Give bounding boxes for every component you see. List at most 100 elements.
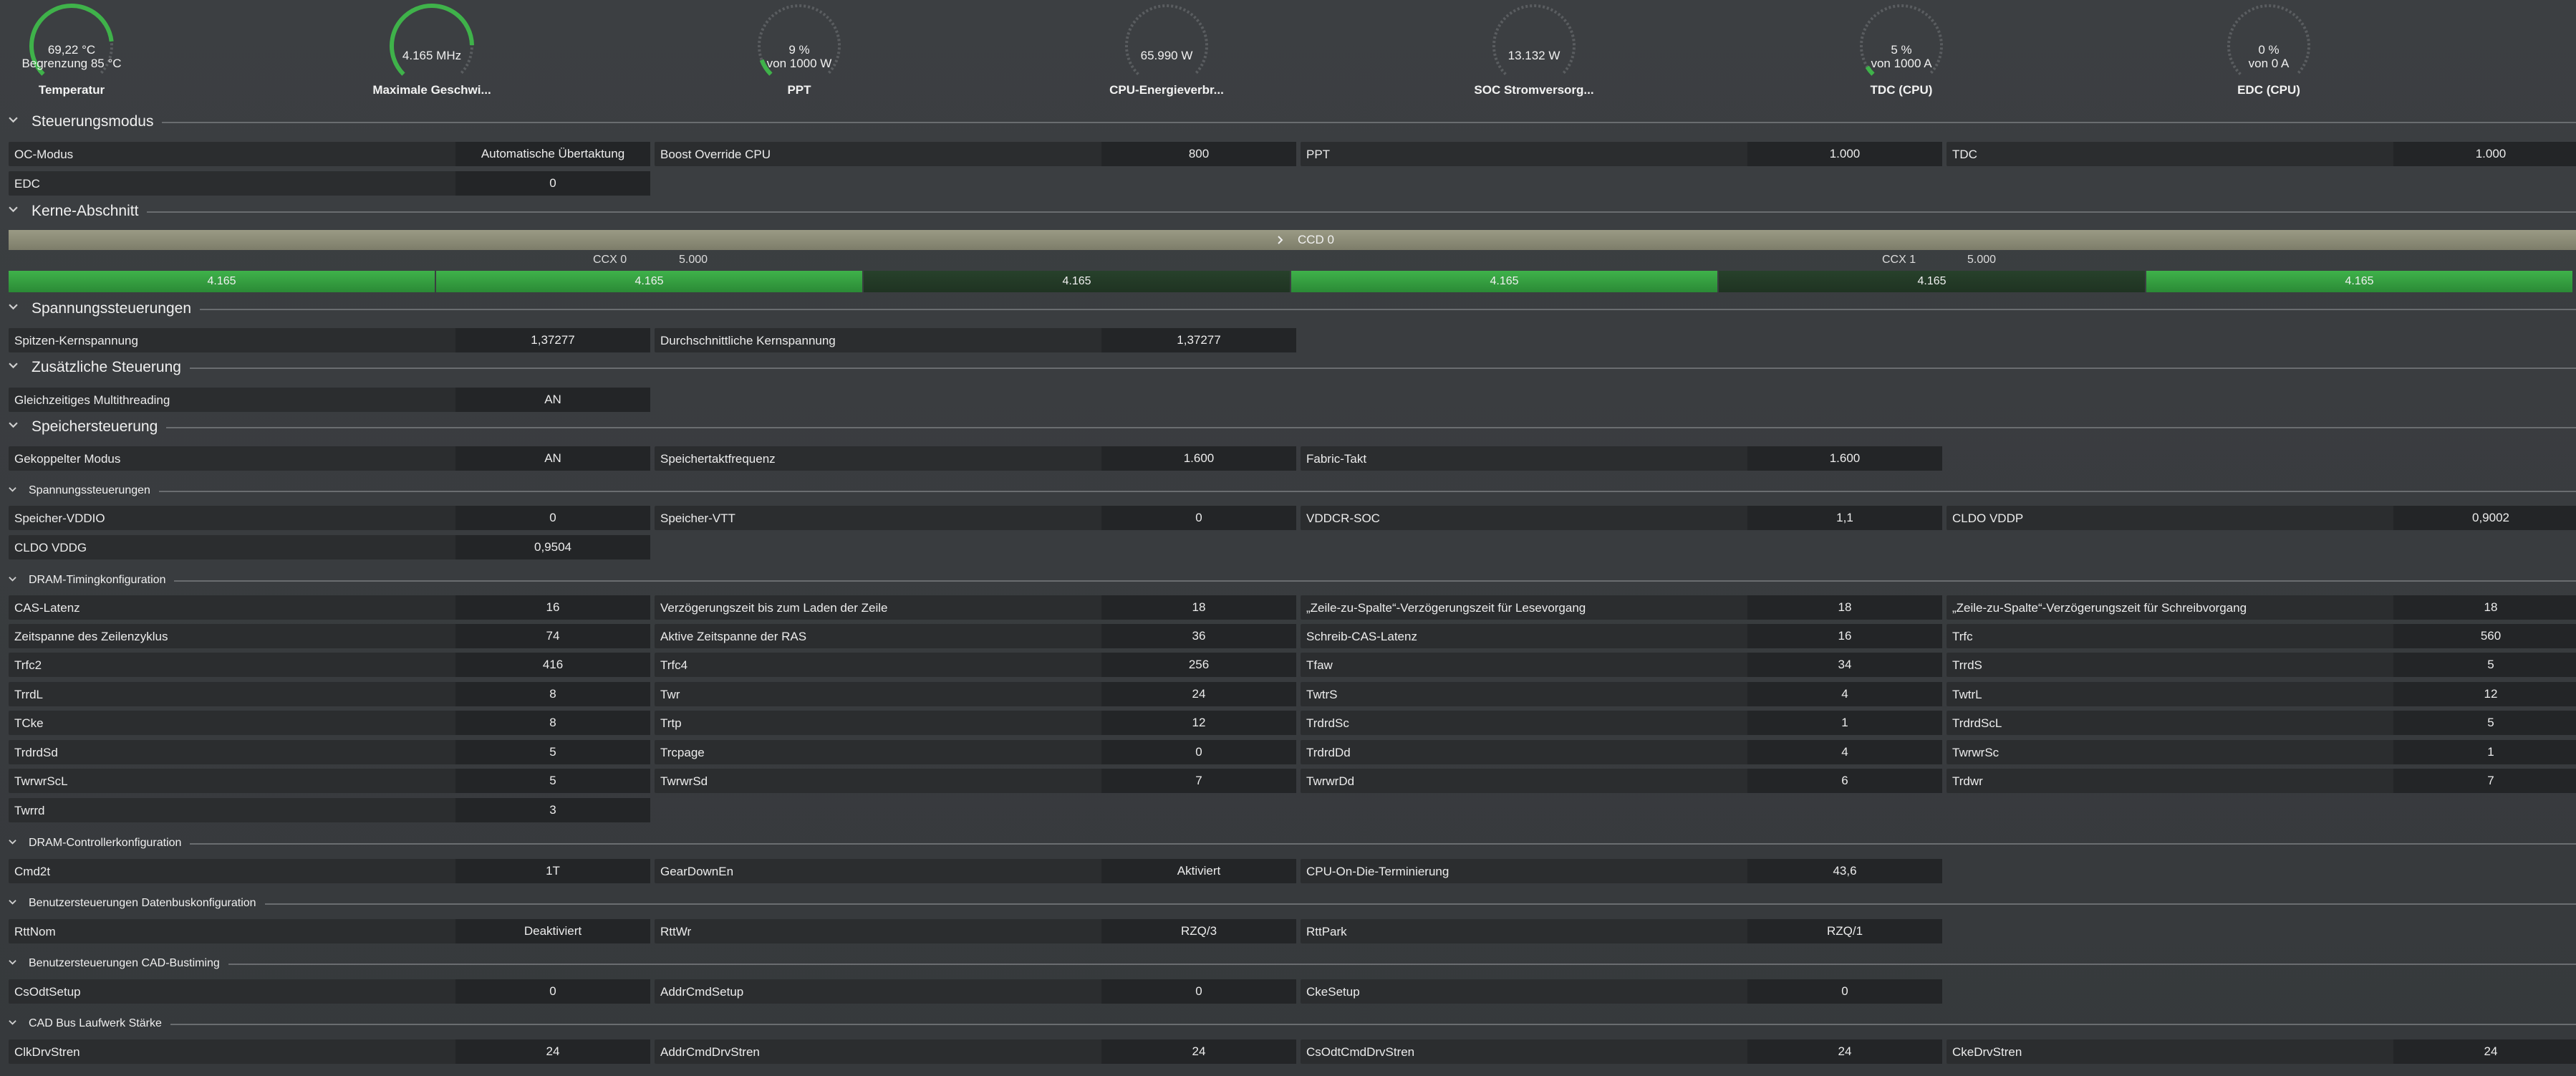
section-header-dram_ctrl[interactable]: DRAM-Controllerkonfiguration: [0, 832, 2576, 854]
section-title: Steuerungsmodus: [32, 113, 154, 130]
chevron-down-icon[interactable]: [9, 205, 18, 214]
setting-value[interactable]: 4: [1747, 740, 1942, 764]
section-title: DRAM-Timingkonfiguration: [29, 574, 166, 586]
setting-d1-0: RttNom Deaktiviert: [9, 919, 650, 943]
setting-value[interactable]: 0: [1101, 979, 1296, 1004]
gauge-value: 69,22 °C Begrenzung 85 °C: [0, 43, 143, 70]
chevron-down-icon[interactable]: [9, 838, 16, 846]
setting-value[interactable]: 7: [1101, 769, 1296, 793]
setting-value[interactable]: 74: [455, 624, 650, 648]
setting-value[interactable]: 12: [1101, 711, 1296, 735]
setting-value[interactable]: 1,1: [1747, 506, 1942, 530]
setting-value[interactable]: 560: [2393, 624, 2576, 648]
setting-value[interactable]: 0,9504: [455, 535, 650, 559]
setting-value[interactable]: 34: [1747, 653, 1942, 677]
setting-label: TwrwrDd: [1306, 774, 1355, 788]
setting-value[interactable]: 0: [1747, 979, 1942, 1004]
setting-value[interactable]: 18: [1101, 595, 1296, 620]
setting-value[interactable]: 416: [455, 653, 650, 677]
setting-value[interactable]: 24: [1101, 682, 1296, 706]
setting-value[interactable]: 24: [455, 1039, 650, 1064]
setting-value[interactable]: 5: [2393, 711, 2576, 735]
setting-label: Trfc2: [14, 658, 42, 672]
setting-value[interactable]: 1,37277: [1101, 328, 1296, 352]
section-header-steuerungsmodus[interactable]: Steuerungsmodus: [0, 111, 2576, 133]
setting-label: TwtrS: [1306, 688, 1338, 701]
setting-value[interactable]: 12: [2393, 682, 2576, 706]
section-header-speicher[interactable]: Speichersteuerung: [0, 416, 2576, 438]
setting-value[interactable]: 8: [455, 682, 650, 706]
setting-value[interactable]: RZQ/3: [1101, 919, 1296, 943]
setting-value[interactable]: 5: [455, 769, 650, 793]
setting-value[interactable]: 36: [1101, 624, 1296, 648]
chevron-down-icon[interactable]: [9, 115, 18, 125]
section-header-spannung[interactable]: Spannungssteuerungen: [0, 298, 2576, 320]
setting-value[interactable]: 16: [1747, 624, 1942, 648]
setting-value[interactable]: RZQ/1: [1747, 919, 1942, 943]
chevron-down-icon[interactable]: [9, 486, 16, 494]
setting-value[interactable]: Automatische Übertaktung: [455, 142, 650, 166]
setting-value[interactable]: 0: [1101, 740, 1296, 764]
setting-value[interactable]: 1.000: [2393, 142, 2576, 166]
chevron-down-icon[interactable]: [9, 421, 18, 430]
ryzen-master-window: 69,22 °C Begrenzung 85 °C Temperatur 4.165 …: [0, 0, 2576, 1076]
setting-value[interactable]: 6: [1747, 769, 1942, 793]
gauge-label: SOC Stromversorg...: [1474, 83, 1594, 97]
setting-value[interactable]: 24: [1101, 1039, 1296, 1064]
setting-label: ClkDrvStren: [14, 1045, 80, 1059]
section-header-speicher_spannung[interactable]: Spannungssteuerungen: [0, 480, 2576, 501]
setting-value[interactable]: 18: [1747, 595, 1942, 620]
setting-value[interactable]: 4: [1747, 682, 1942, 706]
setting-value[interactable]: 0,9002: [2393, 506, 2576, 530]
setting-value[interactable]: 1.600: [1101, 446, 1296, 471]
setting-value[interactable]: 5: [455, 740, 650, 764]
setting-value[interactable]: 3: [455, 798, 650, 822]
section-header-zusatz[interactable]: Zusätzliche Steuerung: [0, 357, 2576, 378]
setting-value[interactable]: 8: [455, 711, 650, 735]
setting-value[interactable]: 1T: [455, 859, 650, 883]
setting-t5-2: TrdrdSc 1: [1301, 711, 1942, 735]
setting-value[interactable]: AN: [455, 446, 650, 471]
section-header-cad_drive[interactable]: CAD Bus Laufwerk Stärke: [0, 1013, 2576, 1034]
chevron-down-icon[interactable]: [9, 575, 16, 583]
setting-value[interactable]: AN: [455, 388, 650, 412]
setting-value[interactable]: 43,6: [1747, 859, 1942, 883]
setting-value[interactable]: 1.600: [1747, 446, 1942, 471]
setting-t4-3: TwtrL 12: [1947, 682, 2576, 706]
section-header-dram_timing[interactable]: DRAM-Timingkonfiguration: [0, 570, 2576, 591]
setting-value[interactable]: 24: [1747, 1039, 1942, 1064]
gauge-label: CPU-Energieverbr...: [1109, 83, 1224, 97]
chevron-down-icon[interactable]: [9, 1019, 16, 1027]
setting-value[interactable]: 800: [1101, 142, 1296, 166]
chevron-down-icon[interactable]: [9, 302, 18, 312]
ccd-bar[interactable]: CCD 0: [9, 230, 2576, 250]
core-freq: 4.165: [9, 271, 435, 292]
setting-t4-1: Twr 24: [655, 682, 1296, 706]
setting-value[interactable]: 256: [1101, 653, 1296, 677]
setting-label: TDC: [1952, 148, 1977, 161]
section-header-cad_bustiming[interactable]: Benutzersteuerungen CAD-Bustiming: [0, 953, 2576, 974]
setting-value[interactable]: 1.000: [1747, 142, 1942, 166]
chevron-down-icon[interactable]: [9, 959, 16, 966]
setting-value[interactable]: 0: [1101, 506, 1296, 530]
setting-value[interactable]: 1: [2393, 740, 2576, 764]
setting-value[interactable]: Aktiviert: [1101, 859, 1296, 883]
chevron-down-icon[interactable]: [9, 898, 16, 906]
setting-value[interactable]: 24: [2393, 1039, 2576, 1064]
setting-label: Trfc4: [660, 658, 688, 672]
chevron-right-icon[interactable]: [1276, 236, 1285, 244]
setting-value[interactable]: 0: [455, 979, 650, 1004]
section-header-kerne[interactable]: Kerne-Abschnitt: [0, 201, 2576, 222]
setting-value[interactable]: 16: [455, 595, 650, 620]
setting-value[interactable]: 5: [2393, 653, 2576, 677]
setting-value[interactable]: 0: [455, 171, 650, 196]
setting-value[interactable]: 0: [455, 506, 650, 530]
setting-label: TwtrL: [1952, 688, 1982, 701]
section-header-datenbus[interactable]: Benutzersteuerungen Datenbuskonfiguratio…: [0, 893, 2576, 914]
setting-value[interactable]: 1,37277: [455, 328, 650, 352]
setting-value[interactable]: 1: [1747, 711, 1942, 735]
setting-value[interactable]: 18: [2393, 595, 2576, 620]
setting-value[interactable]: 7: [2393, 769, 2576, 793]
chevron-down-icon[interactable]: [9, 361, 18, 370]
setting-value[interactable]: Deaktiviert: [455, 919, 650, 943]
